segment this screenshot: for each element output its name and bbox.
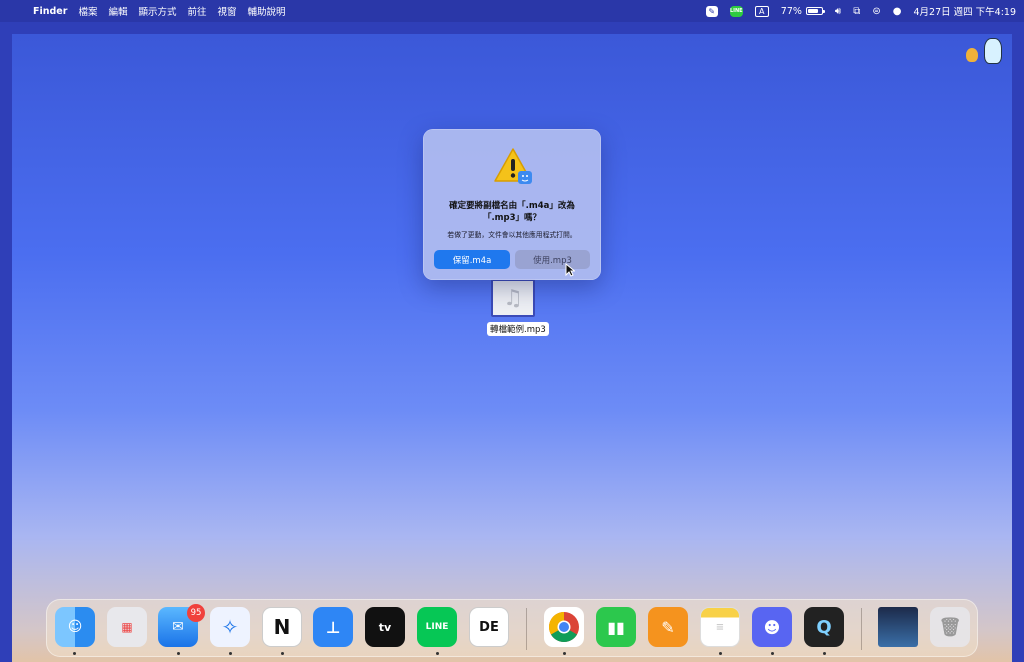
dialog-title: 確定要將副檔名由「.m4a」改為 「.mp3」嗎？ <box>431 200 593 224</box>
running-indicator <box>73 652 76 655</box>
desktop-file[interactable]: ♫ <box>491 279 537 317</box>
launchpad-icon[interactable]: ▦ <box>107 607 147 647</box>
line-status-icon[interactable]: LINE <box>729 5 743 17</box>
dialog-title-line2: 「.mp3」嗎？ <box>482 213 542 223</box>
menu-go[interactable]: 前往 <box>187 4 206 18</box>
pages-icon[interactable]: ✎ <box>648 607 688 647</box>
rename-extension-dialog: 確定要將副檔名由「.m4a」改為 「.mp3」嗎？ 若做了更動，文件會以其他應用… <box>423 129 601 280</box>
menu-window[interactable]: 視窗 <box>218 4 237 18</box>
running-indicator <box>177 652 180 655</box>
apple-tv-icon[interactable]: tv <box>365 607 405 647</box>
finder-icon[interactable]: ☺ <box>55 607 95 647</box>
menu-datetime[interactable]: 4月27日 週四 下午4:19 <box>913 4 1016 18</box>
line-app-label: LINE <box>425 622 449 632</box>
cartoon-character-icon <box>984 38 1002 64</box>
menu-edit[interactable]: 編輯 <box>108 4 127 18</box>
apple-tv-label: tv <box>378 620 392 634</box>
menu-help[interactable]: 輔助說明 <box>248 4 286 18</box>
menu-view[interactable]: 顯示方式 <box>138 4 176 18</box>
use-mp3-button[interactable]: 使用.mp3 <box>515 250 590 269</box>
battery-status[interactable]: 77% <box>780 5 825 17</box>
numbers-icon[interactable]: ▮▮ <box>596 607 636 647</box>
quicktime-icon[interactable]: Q <box>804 607 844 647</box>
cartoon-dog-icon <box>966 48 978 62</box>
menu-bar: Finder 檔案 編輯 顯示方式 前往 視窗 輔助說明 ✎ LINE A 77… <box>0 0 1024 22</box>
running-indicator <box>771 652 774 655</box>
chrome-icon[interactable] <box>544 607 584 647</box>
control-center-icon[interactable]: ⊜ <box>872 6 880 17</box>
running-indicator <box>436 652 439 655</box>
chrome-logo-icon <box>548 612 579 643</box>
menu-app-name[interactable]: Finder <box>33 6 67 17</box>
line-app-icon[interactable]: LINE <box>417 607 457 647</box>
dock: ☺ ▦ ✉ 95 ✧ N ⊥ tv LINE DE ▮▮ ✎ ≡ ☻ Q 🗑︎ <box>46 599 978 657</box>
running-indicator <box>823 652 826 655</box>
de-app-icon[interactable]: DE <box>469 607 509 647</box>
battery-percent: 77% <box>780 5 802 17</box>
dock-separator <box>526 608 527 650</box>
desktop-stickers <box>966 38 1002 64</box>
dialog-title-line1: 確定要將副檔名由「.m4a」改為 <box>449 201 575 211</box>
file-name-label[interactable]: 轉檔範例.mp3 <box>487 322 549 336</box>
dock-separator <box>861 608 862 650</box>
keep-m4a-button[interactable]: 保留.m4a <box>434 250 510 269</box>
pen-tool-icon[interactable]: ✎ <box>705 5 718 17</box>
notion-icon[interactable]: N <box>262 607 302 647</box>
running-indicator <box>563 652 566 655</box>
de-app-label: DE <box>479 619 499 635</box>
keynote-icon[interactable]: ⊥ <box>313 607 353 647</box>
running-indicator <box>719 652 722 655</box>
screen-mirroring-icon[interactable]: ⧉ <box>853 6 860 17</box>
mouse-cursor-icon <box>565 263 575 277</box>
siri-icon[interactable]: ● <box>893 6 902 17</box>
notes-icon[interactable]: ≡ <box>700 607 740 647</box>
mail-badge: 95 <box>187 604 205 622</box>
dialog-message: 若做了更動，文件會以其他應用程式打開。 <box>447 231 577 239</box>
volume-icon[interactable]: 🔊︎ <box>835 6 841 17</box>
safari-icon[interactable]: ✧ <box>210 607 250 647</box>
menu-file[interactable]: 檔案 <box>78 4 97 18</box>
downloads-folder-icon[interactable] <box>878 607 918 647</box>
warning-icon <box>494 148 532 184</box>
input-source-icon[interactable]: A <box>754 5 769 17</box>
running-indicator <box>229 652 232 655</box>
running-indicator <box>281 652 284 655</box>
trash-icon[interactable]: 🗑︎ <box>930 607 970 647</box>
battery-icon <box>805 7 825 15</box>
discord-icon[interactable]: ☻ <box>752 607 792 647</box>
music-file-icon[interactable]: ♫ <box>491 279 535 317</box>
mail-icon[interactable]: ✉ 95 <box>158 604 205 647</box>
